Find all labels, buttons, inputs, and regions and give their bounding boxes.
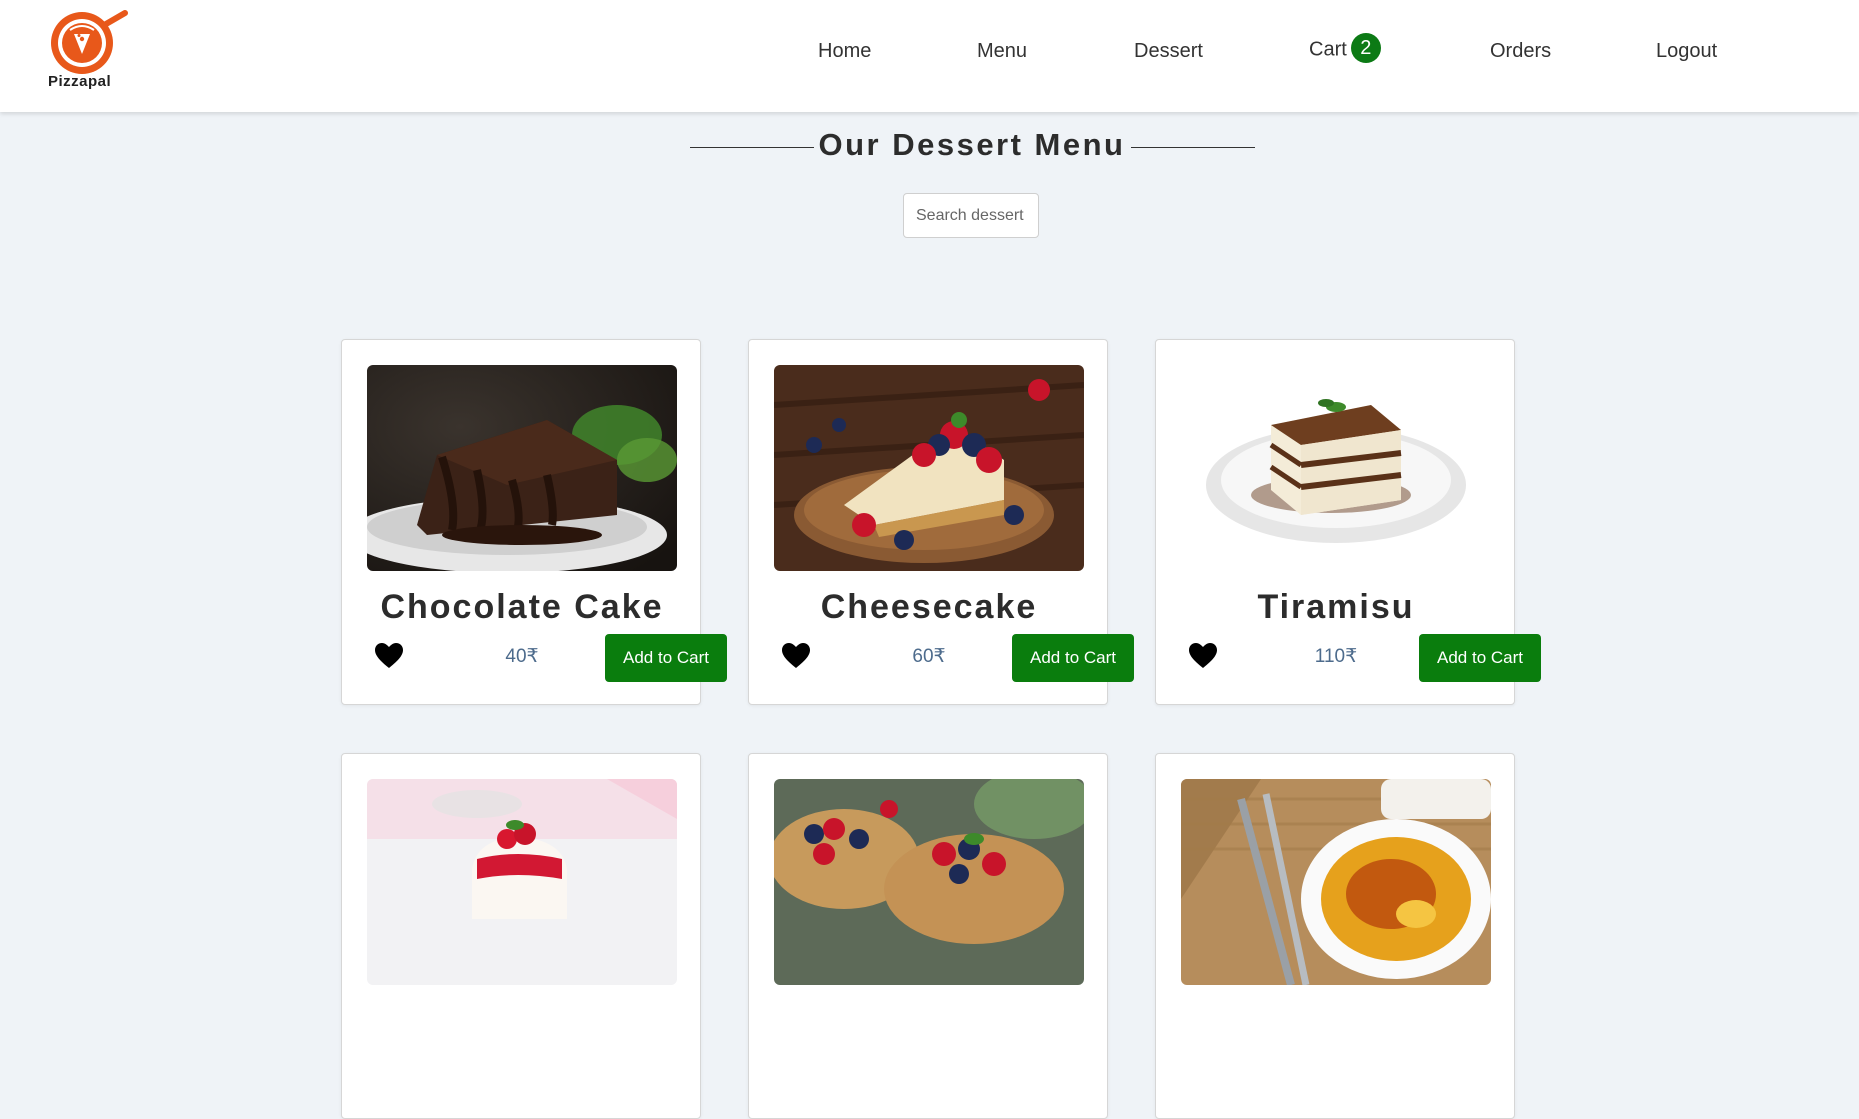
- dessert-card: Chocolate Cake 40₹ Add to Cart: [341, 339, 727, 705]
- nav-logout-link[interactable]: Logout: [1656, 40, 1717, 63]
- title-divider-right: [1131, 147, 1255, 148]
- add-to-cart-button[interactable]: Add to Cart: [1012, 634, 1134, 682]
- nav-cart-link[interactable]: Cart 2: [1309, 33, 1381, 63]
- add-to-cart-button[interactable]: Add to Cart: [1419, 634, 1541, 682]
- nav-dessert-link[interactable]: Dessert: [1134, 40, 1203, 63]
- chocolate-cake-image: [367, 365, 677, 571]
- dessert-card: Tiramisu 110₹ Add to Cart: [1155, 339, 1541, 705]
- nav-home-link[interactable]: Home: [818, 40, 871, 63]
- add-to-cart-button[interactable]: Add to Cart: [605, 634, 727, 682]
- cart-count-badge: 2: [1350, 33, 1381, 63]
- nav-orders-link[interactable]: Orders: [1490, 40, 1551, 63]
- dessert-card: [1155, 753, 1515, 1119]
- creme-brulee-image: [1181, 779, 1491, 985]
- brand-logo[interactable]: Pizzapal: [46, 10, 132, 92]
- navbar: Pizzapal Home Menu Dessert Cart 2 Orders …: [0, 0, 1859, 112]
- dessert-search-input[interactable]: [903, 193, 1039, 238]
- brand-name: Pizzapal: [48, 73, 112, 90]
- dessert-card: Cheesecake 60₹ Add to Cart: [748, 339, 1134, 705]
- dessert-name: Chocolate Cake: [380, 588, 664, 626]
- fruit-tart-image: [774, 779, 1084, 985]
- panna-cotta-image: [367, 779, 677, 985]
- nav-cart-label: Cart: [1309, 38, 1347, 61]
- cheesecake-image: [774, 365, 1084, 571]
- dessert-card: [748, 753, 1108, 1119]
- dessert-name: Cheesecake: [820, 588, 1038, 626]
- pizza-pan-logo-icon: [51, 10, 128, 74]
- dessert-card: [341, 753, 701, 1119]
- dessert-name: Tiramisu: [1257, 588, 1415, 626]
- page-title: Our Dessert Menu: [818, 127, 1126, 162]
- tiramisu-image: [1181, 365, 1491, 571]
- nav-menu-link[interactable]: Menu: [977, 40, 1027, 63]
